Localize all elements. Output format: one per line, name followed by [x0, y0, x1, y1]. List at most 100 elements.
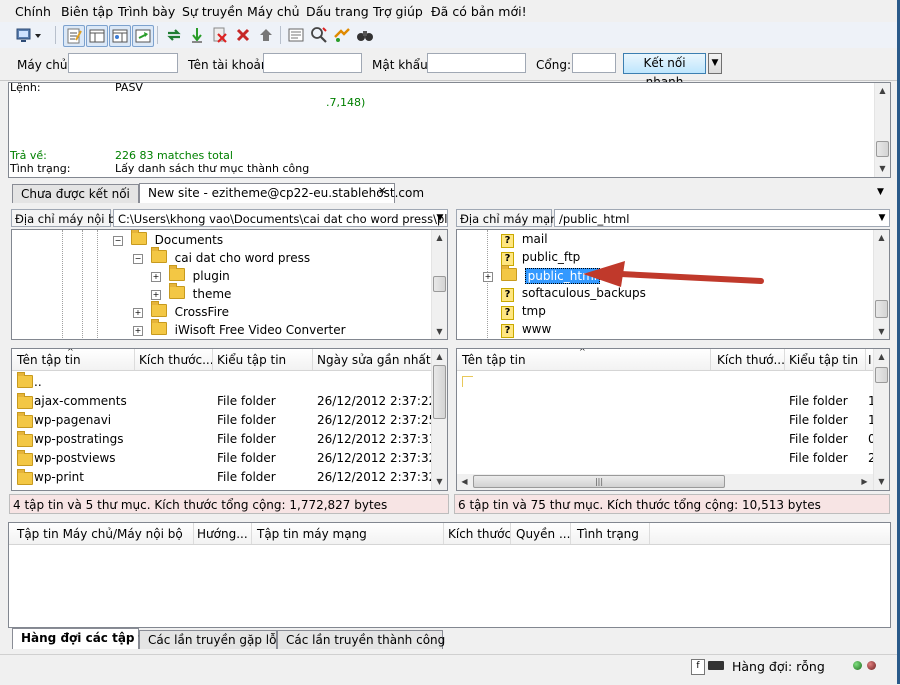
expand-icon[interactable]: +: [151, 272, 161, 282]
scroll-down-icon[interactable]: ▼: [875, 161, 890, 176]
menu-item-bookmarks[interactable]: Dấu trang: [306, 4, 369, 19]
table-row[interactable]: wp-pagenavi File folder 26/12/2012 2:37:…: [12, 411, 447, 430]
tree-item[interactable]: ? www: [501, 322, 551, 339]
expand-icon[interactable]: +: [483, 272, 493, 282]
tab-new-site[interactable]: New site - ezitheme@cp22-eu.stablehost.c…: [139, 183, 424, 203]
tab-successful-transfers[interactable]: Các lần truyền thành công: [277, 630, 445, 649]
remote-tree-icon[interactable]: [109, 25, 131, 47]
filter-icon[interactable]: [286, 25, 306, 45]
tab-not-connected[interactable]: Chưa được kết nối: [12, 184, 139, 203]
expand-icon[interactable]: +: [133, 326, 143, 336]
tabs-dropdown-icon[interactable]: ▼: [877, 187, 884, 197]
tab-failed-transfers[interactable]: Các lần truyền gặp lỗi: [139, 630, 280, 649]
local-path-input[interactable]: C:\Users\khong vao\Documents\cai dat cho…: [113, 209, 448, 227]
scroll-up-icon[interactable]: ▲: [432, 230, 447, 245]
table-row[interactable]: wp-print File folder 26/12/2012 2:37:32.…: [12, 468, 447, 487]
table-row[interactable]: ..: [12, 372, 432, 392]
table-row[interactable]: wp-postviews File folder 26/12/2012 2:37…: [12, 449, 447, 468]
password-input[interactable]: [427, 53, 526, 73]
search-icon[interactable]: [355, 25, 375, 45]
tree-item[interactable]: ? tmp: [501, 304, 546, 322]
scroll-up-icon[interactable]: ▲: [874, 349, 889, 364]
datatype-icon[interactable]: [708, 661, 724, 670]
close-icon[interactable]: ✕: [378, 186, 386, 197]
scroll-up-icon[interactable]: ▲: [875, 83, 890, 98]
cancel-icon[interactable]: [210, 25, 230, 45]
scroll-up-icon[interactable]: ▲: [874, 230, 889, 245]
local-list-scrollbar[interactable]: ▲ ▼: [431, 349, 447, 490]
scroll-down-icon[interactable]: ▼: [432, 324, 447, 339]
menu-item-main[interactable]: Chính: [15, 4, 51, 19]
scroll-up-icon[interactable]: ▲: [432, 349, 447, 364]
scroll-left-icon[interactable]: ◀: [457, 474, 472, 489]
collapse-icon[interactable]: −: [133, 254, 143, 264]
chevron-down-icon[interactable]: ▼: [433, 210, 447, 226]
col-type[interactable]: Kiểu tập tin: [217, 353, 286, 367]
remote-tree-scrollbar[interactable]: ▲ ▼: [873, 230, 889, 339]
scroll-down-icon[interactable]: ▼: [874, 324, 889, 339]
tree-item[interactable]: + CrossFire: [133, 301, 229, 322]
expand-icon[interactable]: +: [133, 308, 143, 318]
col-server-local-file[interactable]: Tập tin Máy chủ/Máy nội bộ: [17, 527, 183, 541]
scroll-thumb[interactable]: [433, 276, 446, 292]
sync-browse-icon[interactable]: [332, 25, 352, 45]
dropdown-arrow-icon[interactable]: [33, 25, 43, 45]
scroll-down-icon[interactable]: ▼: [874, 474, 889, 489]
refresh-icon[interactable]: [164, 25, 184, 45]
tree-item[interactable]: + iWisoft Free Video Converter: [133, 319, 346, 339]
table-row[interactable]: File folder 1: [457, 392, 876, 411]
compare-icon[interactable]: [309, 25, 329, 45]
reconnect-icon[interactable]: [256, 25, 276, 45]
quickconnect-button[interactable]: Kết nối nhanh: [623, 53, 706, 89]
speed-limit-icon[interactable]: f: [691, 659, 705, 675]
tree-item[interactable]: − cai dat cho word press: [133, 247, 310, 268]
transfer-queue-icon[interactable]: [132, 25, 154, 47]
col-filename[interactable]: Tên tập tin: [462, 353, 526, 367]
menu-item-view[interactable]: Trình bày: [118, 4, 175, 19]
scroll-thumb[interactable]: [876, 141, 889, 157]
chevron-down-icon[interactable]: ▼: [875, 210, 889, 226]
col-status[interactable]: Tình trạng: [577, 527, 639, 541]
scroll-thumb[interactable]: [433, 365, 446, 419]
remote-list-scrollbar[interactable]: ▲ ▼: [873, 349, 889, 490]
tree-item[interactable]: + plugin: [151, 265, 230, 286]
scroll-thumb[interactable]: |||: [473, 475, 725, 488]
collapse-icon[interactable]: −: [113, 236, 123, 246]
table-row[interactable]: File folder 2: [457, 449, 876, 468]
scroll-thumb[interactable]: [875, 367, 888, 383]
message-log-icon[interactable]: [63, 25, 85, 47]
table-row[interactable]: File folder 0: [457, 430, 876, 449]
menu-item-help[interactable]: Trợ giúp: [373, 4, 423, 19]
scroll-down-icon[interactable]: ▼: [432, 474, 447, 489]
username-input[interactable]: [263, 53, 362, 73]
menu-item-transfer[interactable]: Sự truyền: [182, 4, 243, 19]
tree-item[interactable]: − Documents: [113, 230, 223, 250]
col-size[interactable]: Kích thước...: [139, 353, 214, 367]
host-input[interactable]: [68, 53, 178, 73]
col-remote-file[interactable]: Tập tin máy mạng: [257, 527, 367, 541]
table-row[interactable]: wp-postratings File folder 26/12/2012 2:…: [12, 430, 447, 449]
remote-list-hscrollbar[interactable]: ◀ ||| ▶: [457, 474, 873, 490]
quickconnect-dropdown-button[interactable]: ▼: [708, 53, 722, 74]
col-type[interactable]: Kiểu tập tin: [789, 353, 858, 367]
tree-item[interactable]: ? public_ftp: [501, 250, 580, 268]
tree-item[interactable]: ? mail: [501, 232, 548, 250]
table-row[interactable]: File folder 1: [457, 411, 876, 430]
port-input[interactable]: [572, 53, 616, 73]
col-extra[interactable]: I: [868, 353, 872, 367]
log-scrollbar[interactable]: ▲ ▼: [874, 83, 890, 177]
menu-item-edit[interactable]: Biên tập: [61, 4, 113, 19]
disconnect-icon[interactable]: [233, 25, 253, 45]
expand-icon[interactable]: +: [151, 290, 161, 300]
table-row[interactable]: [457, 373, 873, 392]
table-row[interactable]: ajax-comments File folder 26/12/2012 2:3…: [12, 392, 447, 411]
local-tree-scrollbar[interactable]: ▲ ▼: [431, 230, 447, 339]
menu-item-server[interactable]: Máy chủ: [247, 4, 300, 19]
menu-item-new-version[interactable]: Đã có bản mới!: [431, 4, 527, 19]
col-size[interactable]: Kích thướ...: [717, 353, 785, 367]
col-modified[interactable]: Ngày sửa gần nhất: [317, 353, 431, 367]
scroll-right-icon[interactable]: ▶: [857, 474, 872, 489]
local-tree-icon[interactable]: [86, 25, 108, 47]
site-manager-icon[interactable]: [14, 25, 34, 45]
col-priority[interactable]: Quyền ...: [516, 527, 570, 541]
